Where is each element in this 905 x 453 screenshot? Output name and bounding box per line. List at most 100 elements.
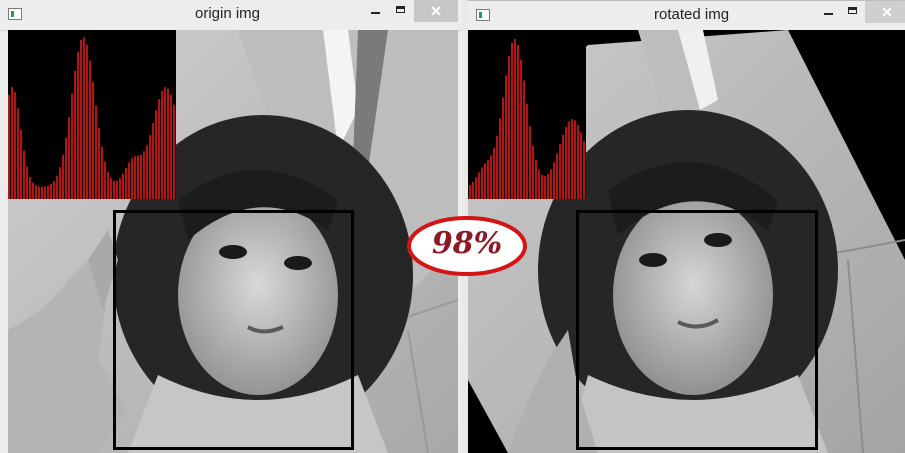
histogram-bar — [550, 169, 553, 199]
histogram-bar — [508, 55, 511, 199]
histogram-bar — [526, 103, 529, 199]
histogram-bar — [56, 175, 59, 199]
histogram-bar — [131, 158, 134, 199]
histogram-bar — [535, 160, 538, 199]
histogram-bar — [499, 118, 502, 199]
minimize-button[interactable] — [818, 1, 840, 23]
histogram-bar — [134, 156, 137, 199]
histogram-bar — [116, 180, 119, 199]
face-detection-box — [113, 210, 354, 450]
histogram-bar — [565, 126, 568, 199]
histogram-bar — [59, 167, 62, 199]
histogram-bar — [556, 153, 559, 199]
histogram-bar — [167, 88, 170, 199]
histogram-bar — [44, 186, 47, 199]
match-score-text: 98% — [431, 226, 503, 261]
maximize-button[interactable] — [842, 1, 864, 23]
histogram-bar — [529, 126, 532, 199]
histogram-bar — [80, 39, 83, 199]
histogram-bar — [26, 166, 29, 199]
histogram-bar — [32, 182, 35, 199]
histogram-bar — [544, 176, 547, 199]
histogram-bar — [101, 146, 104, 199]
rotated-image-window: rotated img ✕ — [468, 0, 905, 453]
histogram-bar — [517, 44, 520, 199]
match-score-badge: 98% — [404, 214, 530, 278]
histogram-bar — [568, 121, 571, 199]
histogram-bar — [20, 129, 23, 199]
histogram-bars — [8, 37, 176, 199]
histogram-bar — [487, 159, 490, 199]
histogram-bar — [8, 94, 11, 199]
histogram-bar — [571, 119, 574, 199]
histogram-bar — [122, 173, 125, 199]
histogram-bar — [35, 185, 38, 199]
window-title: origin img — [195, 5, 261, 22]
maximize-button[interactable] — [390, 0, 412, 22]
origin-window-titlebar[interactable]: origin img ✕ — [0, 0, 462, 31]
close-button[interactable]: ✕ — [865, 1, 905, 23]
histogram-bar — [137, 155, 140, 199]
histogram-bar — [523, 80, 526, 199]
histogram-bar — [155, 110, 158, 199]
rotated-image-canvas — [468, 30, 905, 453]
histogram-bar — [68, 116, 71, 199]
histogram-bar — [29, 176, 32, 199]
histogram-bar — [47, 185, 50, 199]
face-detection-box — [576, 210, 818, 450]
minimize-button[interactable] — [365, 0, 387, 22]
histogram-bar — [53, 180, 56, 199]
histogram-bar — [469, 185, 472, 199]
histogram-bar — [113, 180, 116, 199]
histogram-bar — [532, 145, 535, 199]
rotated-window-titlebar[interactable]: rotated img ✕ — [468, 0, 905, 31]
origin-image-canvas — [8, 30, 458, 453]
histogram-bar — [562, 134, 565, 199]
window-icon[interactable] — [476, 9, 490, 21]
close-button[interactable]: ✕ — [414, 0, 458, 22]
histogram-bar — [496, 135, 499, 199]
histogram-bar — [170, 94, 173, 199]
histogram-bar — [514, 39, 517, 199]
histogram-bar — [104, 161, 107, 199]
histogram-bar — [493, 147, 496, 199]
histogram-bar — [92, 81, 95, 199]
histogram-bar — [50, 183, 53, 199]
histogram-bar — [83, 37, 86, 199]
histogram-bar — [95, 105, 98, 199]
histogram-bar — [538, 169, 541, 199]
histogram-bar — [152, 123, 155, 199]
histogram-bar — [158, 99, 161, 199]
histogram-bar — [173, 104, 176, 199]
histogram-bar — [161, 90, 164, 199]
histogram-bar — [472, 181, 475, 199]
histogram-bar — [11, 87, 14, 199]
histogram-bar — [520, 59, 523, 199]
histogram-bar — [14, 92, 17, 199]
window-title: rotated img — [654, 6, 730, 23]
histogram-bar — [475, 177, 478, 199]
histogram-bar — [62, 154, 65, 199]
origin-image-window: origin img ✕ — [0, 0, 462, 453]
window-icon[interactable] — [8, 8, 22, 20]
histogram-bar — [541, 174, 544, 199]
histogram-bar — [77, 51, 80, 199]
histogram-bar — [86, 44, 89, 199]
histogram-bar — [547, 174, 550, 199]
histogram-bar — [89, 60, 92, 199]
histogram-bar — [17, 108, 20, 199]
histogram-bar — [505, 75, 508, 199]
histogram-bar — [38, 186, 41, 199]
histogram-bar — [74, 70, 77, 199]
histogram-bar — [125, 167, 128, 199]
histogram-bar — [119, 178, 122, 199]
histogram-bar — [41, 186, 44, 199]
histogram-bar — [481, 167, 484, 199]
histogram-bar — [583, 141, 586, 199]
histogram-bar — [65, 137, 68, 199]
histogram-bar — [502, 97, 505, 199]
histogram-bar — [490, 155, 493, 199]
histogram-bar — [140, 154, 143, 199]
histogram-bar — [107, 171, 110, 199]
histogram-bar — [128, 162, 131, 199]
